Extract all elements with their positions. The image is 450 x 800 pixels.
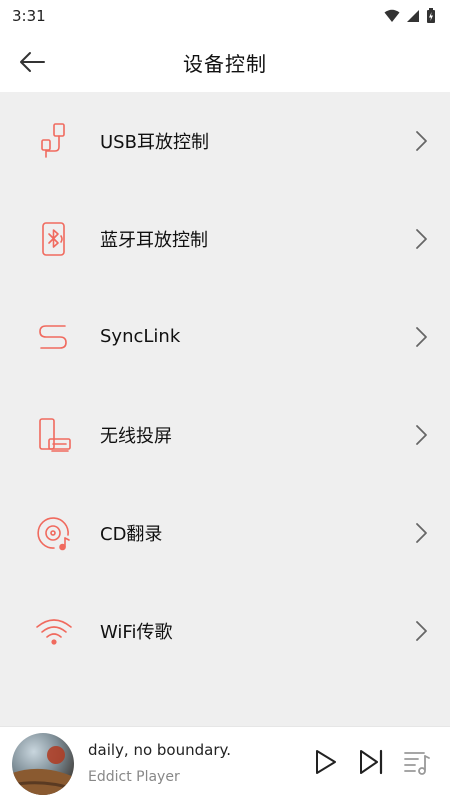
play-icon[interactable] (310, 747, 340, 777)
album-art[interactable] (12, 733, 74, 795)
menu-item-label: 无线投屏 (100, 425, 172, 447)
chevron-right-icon (416, 228, 427, 249)
menu-item-cd-rip[interactable]: CD翻录 (0, 484, 450, 581)
cell-signal-icon (407, 10, 419, 22)
menu-item-synclink[interactable]: SyncLink (0, 288, 450, 385)
menu-item-label: WiFi传歌 (100, 621, 173, 643)
status-icons (384, 8, 436, 24)
app-bar: 设备控制 (0, 32, 450, 92)
battery-icon (427, 8, 435, 23)
mini-player[interactable]: daily, no boundary. Eddict Player (0, 726, 450, 800)
synclink-icon (34, 317, 74, 357)
page-title: 设备控制 (183, 51, 267, 76)
menu-item-usb-amp[interactable]: USB耳放控制 (0, 92, 450, 189)
chevron-right-icon (416, 522, 427, 543)
wifi-signal-icon (384, 9, 400, 22)
cd-rip-icon (34, 513, 74, 553)
menu-item-wireless-cast[interactable]: 无线投屏 (0, 386, 450, 483)
menu-item-bluetooth-amp[interactable]: 蓝牙耳放控制 (0, 190, 450, 287)
wireless-cast-icon (34, 415, 74, 455)
bluetooth-device-icon (34, 219, 74, 259)
back-button[interactable] (14, 46, 50, 78)
playlist-icon[interactable] (402, 747, 432, 777)
status-bar: 3:31 (0, 0, 450, 32)
menu-item-label: SyncLink (100, 326, 181, 347)
menu-item-label: CD翻录 (100, 523, 163, 545)
arrow-left-icon (20, 52, 45, 72)
chevron-right-icon (416, 424, 427, 445)
chevron-right-icon (416, 130, 427, 151)
now-playing-title: daily, no boundary. (88, 741, 232, 759)
chevron-right-icon (416, 620, 427, 641)
usb-cable-icon (34, 121, 74, 161)
now-playing-artist: Eddict Player (88, 769, 180, 785)
menu-item-label: USB耳放控制 (100, 131, 209, 153)
next-track-icon[interactable] (356, 747, 386, 777)
wifi-icon (34, 611, 74, 651)
menu-item-wifi-transfer[interactable]: WiFi传歌 (0, 582, 450, 679)
menu-item-label: 蓝牙耳放控制 (100, 229, 208, 251)
device-control-list: USB耳放控制 蓝牙耳放控制 SyncLink 无线投屏 CD翻录 WiFi传歌 (0, 92, 450, 726)
chevron-right-icon (416, 326, 427, 347)
status-time: 3:31 (12, 7, 46, 25)
